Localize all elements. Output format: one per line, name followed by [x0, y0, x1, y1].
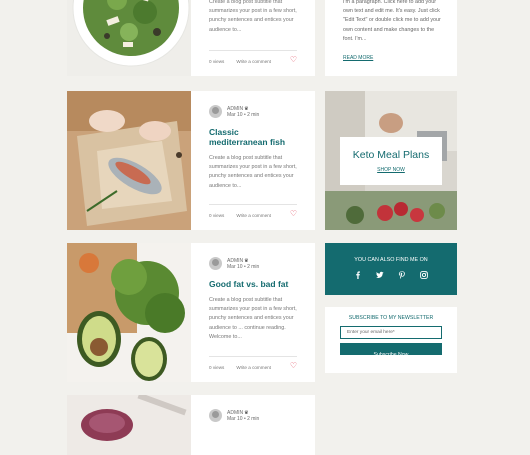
newsletter-box: SUBSCRIBE TO MY NEWSLETTER Enter your em…	[325, 307, 457, 373]
author-name[interactable]: ADMIN	[227, 410, 243, 416]
post-body: ADMIN♛ Mar 10 • 2 min	[191, 395, 315, 455]
write-comment-link[interactable]: Write a comment	[236, 365, 271, 370]
heart-icon[interactable]: ♡	[290, 362, 297, 370]
fish-prep-image	[67, 91, 191, 230]
promo-banner[interactable]: Keto Meal Plans SHOP NOW	[325, 91, 457, 230]
salad-plate-image	[67, 0, 191, 76]
shop-now-link[interactable]: SHOP NOW	[340, 167, 442, 173]
pinterest-icon[interactable]	[398, 271, 406, 279]
post-meta: ADMIN♛ Mar 10 • 2 min	[209, 257, 297, 270]
twitter-icon[interactable]	[376, 271, 384, 279]
crown-icon: ♛	[244, 257, 249, 264]
post-meta: ADMIN♛ Mar 10 • 2 min	[209, 105, 297, 118]
blog-post-card[interactable]: Create a blog post subtitle that summari…	[67, 0, 315, 76]
email-field[interactable]: Enter your email here*	[340, 326, 442, 339]
newsletter-heading: SUBSCRIBE TO MY NEWSLETTER	[348, 315, 434, 321]
avocado-herbs-image	[67, 243, 191, 382]
post-body: ADMIN♛ Mar 10 • 2 min Good fat vs. bad f…	[191, 243, 315, 382]
post-date: Mar 10 • 2 min	[227, 111, 260, 118]
onion-image	[67, 395, 191, 455]
crown-icon: ♛	[244, 409, 249, 416]
post-body: ADMIN♛ Mar 10 • 2 min Classic mediterran…	[191, 91, 315, 230]
facebook-icon[interactable]	[354, 271, 362, 279]
post-excerpt: Create a blog post subtitle that summari…	[209, 297, 297, 340]
promo-title: Keto Meal Plans	[352, 149, 430, 161]
heart-icon[interactable]: ♡	[290, 210, 297, 218]
post-image-salad[interactable]	[67, 0, 191, 76]
views-count: 0 views	[209, 59, 225, 64]
post-date: Mar 10 • 2 min	[227, 263, 260, 270]
post-excerpt: Create a blog post subtitle that summari…	[209, 155, 297, 189]
post-image-fish[interactable]	[67, 91, 191, 230]
crown-icon: ♛	[244, 105, 249, 112]
subscribe-button-label: Subscribe Now	[373, 352, 409, 358]
blog-post-card[interactable]: ADMIN♛ Mar 10 • 2 min Good fat vs. bad f…	[67, 243, 315, 382]
heart-icon[interactable]: ♡	[290, 56, 297, 64]
views-count: 0 views	[209, 213, 225, 218]
email-placeholder: Enter your email here*	[347, 330, 395, 335]
read-more-link[interactable]: READ MORE	[343, 55, 373, 61]
post-body: Create a blog post subtitle that summari…	[191, 0, 315, 76]
subscribe-button[interactable]: Subscribe Now	[340, 343, 442, 358]
about-card: I'm a paragraph. Click here to add your …	[325, 0, 457, 76]
post-excerpt: Create a blog post subtitle that summari…	[209, 0, 297, 33]
post-title[interactable]: Classic mediterranean fish	[209, 127, 297, 147]
author-avatar[interactable]	[209, 105, 222, 118]
social-icons-row	[325, 271, 457, 279]
promo-overlay[interactable]: Keto Meal Plans SHOP NOW	[340, 137, 442, 185]
author-avatar[interactable]	[209, 409, 222, 422]
post-image-avocado[interactable]	[67, 243, 191, 382]
post-date: Mar 10 • 2 min	[227, 415, 260, 422]
post-footer: 0 views Write a comment ♡	[209, 204, 297, 218]
author-name[interactable]: ADMIN	[227, 258, 243, 264]
blog-post-card[interactable]: ADMIN♛ Mar 10 • 2 min Classic mediterran…	[67, 91, 315, 230]
write-comment-link[interactable]: Write a comment	[236, 59, 271, 64]
instagram-icon[interactable]	[420, 271, 428, 279]
about-text: I'm a paragraph. Click here to add your …	[343, 0, 441, 42]
author-avatar[interactable]	[209, 257, 222, 270]
post-footer: 0 views Write a comment ♡	[209, 50, 297, 64]
views-count: 0 views	[209, 365, 225, 370]
social-heading: YOU CAN ALSO FIND ME ON	[354, 257, 428, 263]
post-meta: ADMIN♛ Mar 10 • 2 min	[209, 409, 297, 422]
post-footer: 0 views Write a comment ♡	[209, 356, 297, 370]
author-name[interactable]: ADMIN	[227, 106, 243, 112]
post-image-onion[interactable]	[67, 395, 191, 455]
write-comment-link[interactable]: Write a comment	[236, 213, 271, 218]
blog-post-card[interactable]: ADMIN♛ Mar 10 • 2 min	[67, 395, 315, 455]
social-follow-box: YOU CAN ALSO FIND ME ON	[325, 243, 457, 295]
post-title[interactable]: Good fat vs. bad fat	[209, 279, 297, 289]
